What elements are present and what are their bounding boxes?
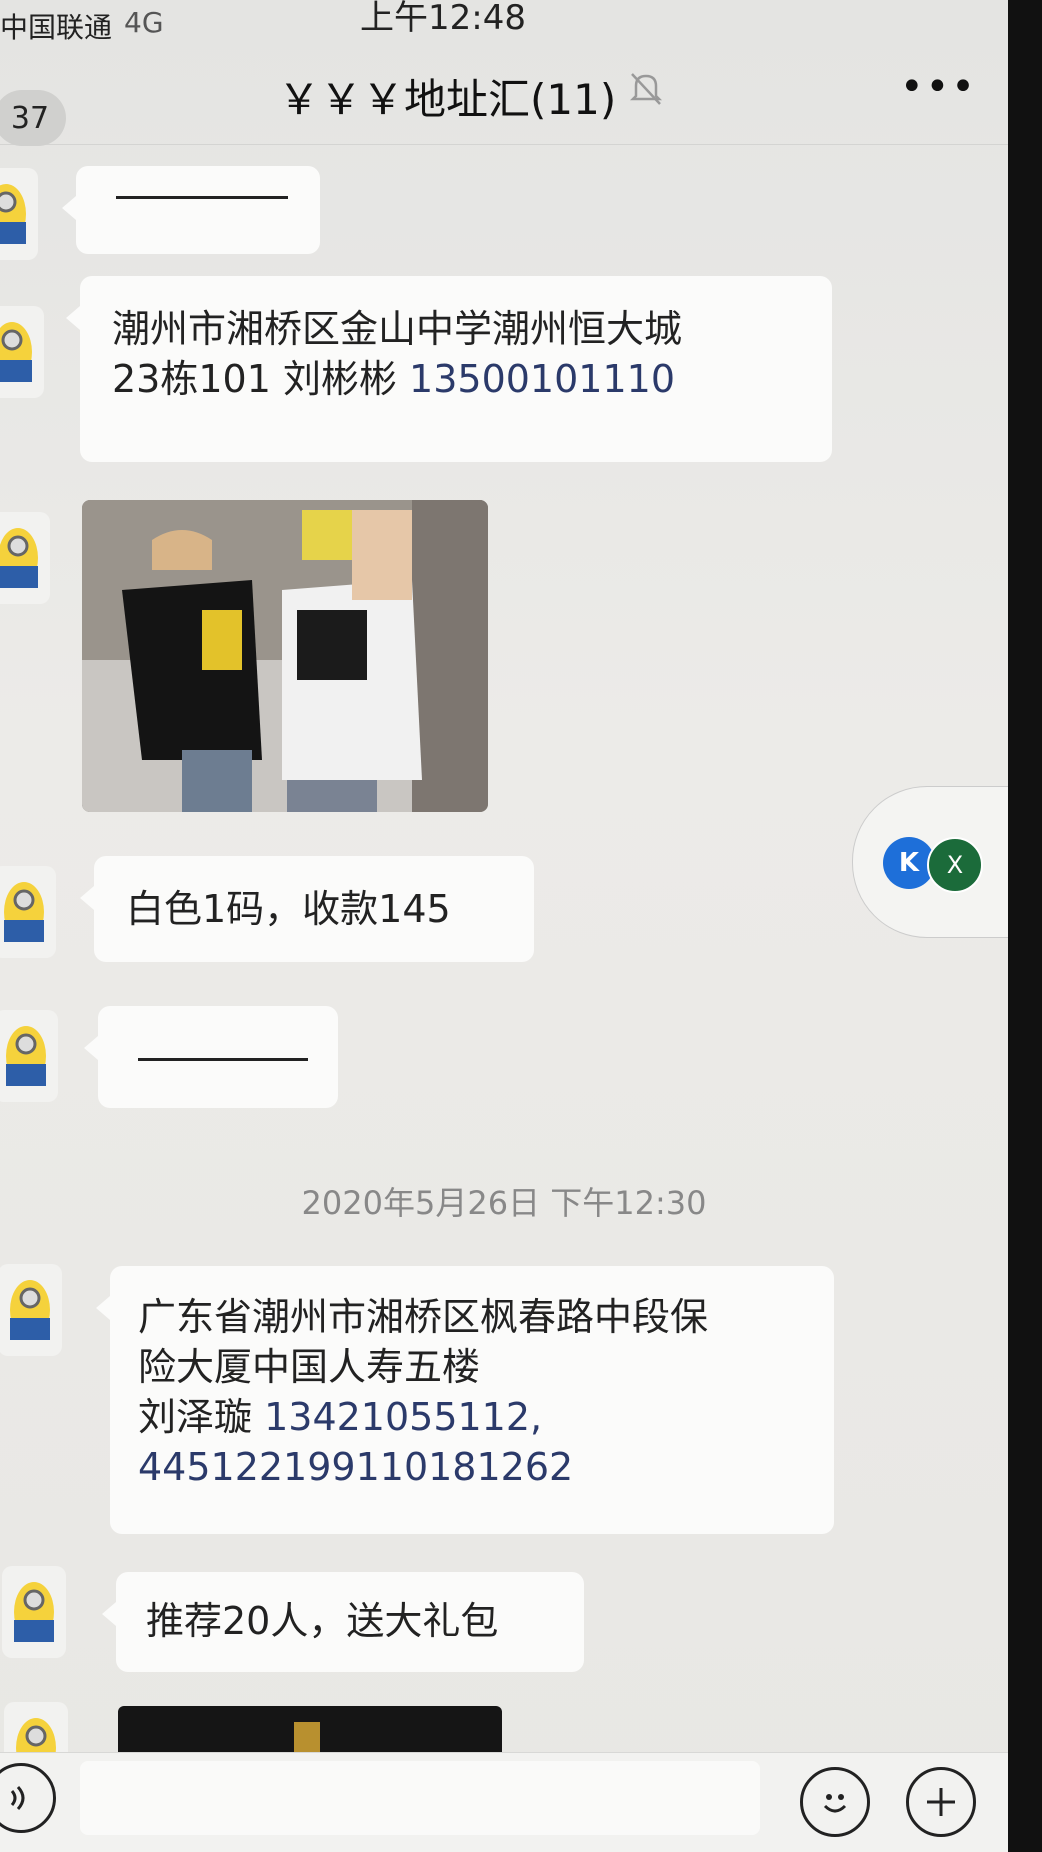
- message-text: 刘泽璇: [138, 1395, 265, 1439]
- message-bubble[interactable]: 推荐20人，送大礼包: [102, 1572, 584, 1672]
- message-text: 推荐20人，送大礼包: [146, 1599, 499, 1643]
- message-text: 23栋101 刘彬彬: [112, 357, 410, 401]
- dash-line: [116, 196, 288, 199]
- message-input[interactable]: [80, 1761, 760, 1835]
- chat-screen: 中国联通 4G 上午12:48 37 ￥￥￥地址汇(11) ••• 潮州市湘桥区…: [0, 0, 1008, 1852]
- avatar[interactable]: [0, 1010, 58, 1102]
- chat-timestamp: 2020年5月26日 下午12:30: [301, 1184, 707, 1222]
- more-options-button[interactable]: •••: [900, 64, 977, 110]
- photo-message[interactable]: [82, 500, 488, 812]
- avatar[interactable]: [0, 1264, 62, 1356]
- chat-title: ￥￥￥地址汇(11): [278, 75, 617, 124]
- avatar[interactable]: [0, 512, 50, 604]
- voice-icon[interactable]: [0, 1763, 56, 1833]
- device-bezel: [1008, 0, 1042, 1852]
- avatar[interactable]: [0, 866, 56, 958]
- message-bubble[interactable]: 广东省潮州市湘桥区枫春路中段保 险大厦中国人寿五楼 刘泽璇 1342105511…: [96, 1266, 834, 1534]
- input-bar: [0, 1752, 1008, 1852]
- network-label: 4G: [124, 6, 164, 39]
- message-text: 广东省潮州市湘桥区枫春路中段保: [138, 1295, 709, 1339]
- mute-bell-icon: [629, 73, 663, 105]
- avatar[interactable]: [0, 306, 44, 398]
- phone-number-link[interactable]: 13500101110: [409, 357, 675, 401]
- carrier-label: 中国联通: [0, 11, 113, 44]
- floating-widget[interactable]: K X: [852, 786, 1008, 938]
- back-button[interactable]: 37: [0, 90, 66, 146]
- status-bar: 中国联通 4G 上午12:48: [0, 0, 1008, 44]
- message-bubble[interactable]: [84, 1006, 338, 1108]
- message-text: 潮州市湘桥区金山中学潮州恒大城: [112, 307, 683, 351]
- avatar[interactable]: [2, 1566, 66, 1658]
- message-text: 白色1码，收款145: [126, 887, 451, 931]
- emoji-icon[interactable]: [800, 1767, 870, 1837]
- clock: 上午12:48: [360, 0, 526, 38]
- chat-header: 37 ￥￥￥地址汇(11) •••: [0, 44, 1008, 146]
- id-number-link[interactable]: 445122199110181262: [138, 1442, 834, 1492]
- message-bubble[interactable]: 潮州市湘桥区金山中学潮州恒大城 23栋101 刘彬彬 13500101110: [66, 276, 832, 462]
- avatar[interactable]: [0, 168, 38, 260]
- dash-line: [138, 1058, 308, 1061]
- message-bubble[interactable]: [62, 166, 320, 254]
- message-bubble[interactable]: 白色1码，收款145: [80, 856, 534, 962]
- phone-number-link[interactable]: 13421055112,: [264, 1395, 542, 1439]
- plus-icon[interactable]: [906, 1767, 976, 1837]
- x-app-icon[interactable]: X: [927, 837, 983, 893]
- message-text: 险大厦中国人寿五楼: [138, 1345, 481, 1389]
